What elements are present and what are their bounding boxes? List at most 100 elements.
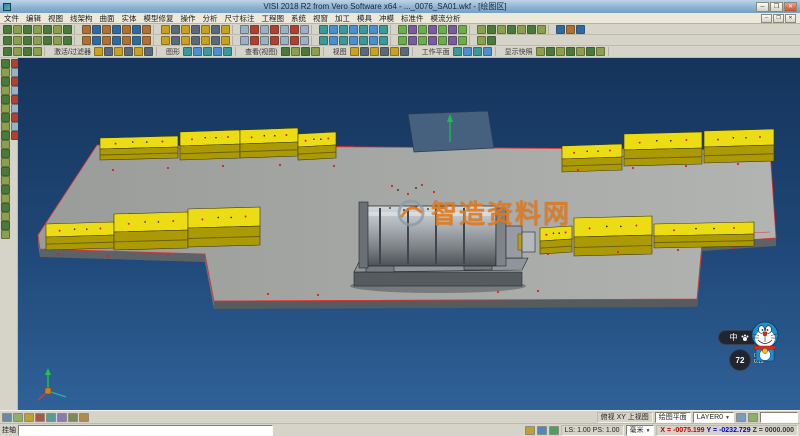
toolbar-icon[interactable] (211, 36, 220, 45)
toolbar-icon[interactable] (142, 25, 151, 34)
toolbar-icon[interactable] (477, 25, 486, 34)
left-toolbar-icon[interactable] (1, 176, 10, 185)
left-toolbar-icon[interactable] (1, 131, 10, 140)
menu-item-11[interactable]: 系统 (291, 13, 306, 24)
guide-block[interactable] (704, 129, 774, 163)
toolbar-icon[interactable] (144, 47, 153, 56)
toolbar-icon[interactable] (13, 25, 22, 34)
menu-item-6[interactable]: 模型修复 (144, 13, 174, 24)
ortho-icon[interactable] (549, 426, 559, 435)
menu-item-15[interactable]: 冲模 (379, 13, 394, 24)
toolbar-icon[interactable] (300, 36, 309, 45)
toolbar-icon[interactable] (193, 47, 202, 56)
left-toolbar-icon[interactable] (1, 59, 10, 68)
toolbar-icon[interactable] (23, 36, 32, 45)
toolbar-icon[interactable] (477, 36, 486, 45)
toolbar-icon[interactable] (134, 47, 143, 56)
toolbar-icon[interactable] (329, 36, 338, 45)
child-restore-button[interactable]: ❐ (773, 14, 784, 23)
toolbar-icon[interactable] (360, 47, 369, 56)
toolbar-icon[interactable] (536, 47, 545, 56)
guide-block[interactable] (114, 212, 188, 250)
toolbar-icon[interactable] (221, 36, 230, 45)
toolbar-icon[interactable] (369, 36, 378, 45)
toolbar-icon[interactable] (82, 36, 91, 45)
menu-item-2[interactable]: 视图 (48, 13, 63, 24)
toolbar-icon[interactable] (349, 36, 358, 45)
toolbar-icon[interactable] (438, 25, 447, 34)
menu-item-10[interactable]: 工程图 (262, 13, 285, 24)
command-input[interactable] (18, 425, 273, 436)
snap-icon[interactable] (525, 426, 535, 435)
toolbar-icon[interactable] (104, 47, 113, 56)
left-toolbar-icon[interactable] (1, 104, 10, 113)
toolbar-icon[interactable] (556, 25, 565, 34)
toolbar-icon[interactable] (280, 36, 289, 45)
grid-icon[interactable] (537, 426, 547, 435)
toolbar-icon[interactable] (281, 47, 290, 56)
toolbar-icon[interactable] (458, 36, 467, 45)
toolbar-icon[interactable] (270, 25, 279, 34)
toolbar-icon[interactable] (576, 47, 585, 56)
viewport[interactable]: 智造资料网 中 72 0.2s 0.1s (18, 58, 800, 410)
toolbar-icon[interactable] (359, 36, 368, 45)
toolbar-icon[interactable] (329, 25, 338, 34)
toolbar-icon[interactable] (43, 36, 52, 45)
guide-block[interactable] (298, 132, 336, 160)
left-toolbar-icon[interactable] (1, 185, 10, 194)
toolbar-icon[interactable] (473, 47, 482, 56)
toolbar-icon[interactable] (191, 25, 200, 34)
toolbar-icon[interactable] (507, 25, 516, 34)
toolbar-icon[interactable] (379, 36, 388, 45)
toolbar-icon[interactable] (418, 25, 427, 34)
menu-item-17[interactable]: 模流分析 (431, 13, 461, 24)
toolbar-icon[interactable] (53, 36, 62, 45)
status-icon-4[interactable] (46, 413, 56, 422)
toolbar-icon[interactable] (53, 25, 62, 34)
status-icon-7[interactable] (79, 413, 89, 422)
menu-item-4[interactable]: 曲面 (100, 13, 115, 24)
toolbar-icon[interactable] (201, 25, 210, 34)
toolbar-icon[interactable] (369, 25, 378, 34)
guide-block[interactable] (624, 132, 702, 166)
menu-item-8[interactable]: 分析 (203, 13, 218, 24)
left-toolbar-icon[interactable] (1, 230, 10, 239)
left-toolbar-icon[interactable] (1, 212, 10, 221)
left-toolbar-icon[interactable] (1, 149, 10, 158)
toolbar-icon[interactable] (453, 47, 462, 56)
toolbar-icon[interactable] (546, 47, 555, 56)
toolbar-icon[interactable] (359, 25, 368, 34)
toolbar-icon[interactable] (33, 36, 42, 45)
toolbar-icon[interactable] (43, 25, 52, 34)
left-toolbar-icon[interactable] (1, 113, 10, 122)
left-toolbar-icon[interactable] (1, 140, 10, 149)
toolbar-icon[interactable] (428, 36, 437, 45)
left-toolbar-icon[interactable] (1, 221, 10, 230)
toolbar-icon[interactable] (463, 47, 472, 56)
toolbar-icon[interactable] (171, 25, 180, 34)
toolbar-icon[interactable] (487, 25, 496, 34)
toolbar-icon[interactable] (23, 25, 32, 34)
toolbar-icon[interactable] (566, 25, 575, 34)
toolbar-icon[interactable] (132, 36, 141, 45)
toolbar-icon[interactable] (191, 36, 200, 45)
toolbar-icon[interactable] (290, 25, 299, 34)
left-toolbar-icon[interactable] (1, 194, 10, 203)
toolbar-icon[interactable] (448, 25, 457, 34)
left-toolbar-icon[interactable] (1, 86, 10, 95)
left-toolbar-icon[interactable] (1, 167, 10, 176)
status-tool-icon-1[interactable] (736, 413, 746, 422)
toolbar-icon[interactable] (458, 25, 467, 34)
menu-item-14[interactable]: 模具 (357, 13, 372, 24)
toolbar-icon[interactable] (92, 36, 101, 45)
toolbar-icon[interactable] (270, 36, 279, 45)
layer-dropdown[interactable]: LAYER0 ▼ (693, 412, 734, 423)
toolbar-icon[interactable] (537, 25, 546, 34)
toolbar-icon[interactable] (319, 25, 328, 34)
toolbar-icon[interactable] (94, 47, 103, 56)
guide-block[interactable] (562, 144, 622, 172)
toolbar-icon[interactable] (398, 36, 407, 45)
toolbar-icon[interactable] (301, 47, 310, 56)
status-icon-6[interactable] (68, 413, 78, 422)
toolbar-icon[interactable] (3, 25, 12, 34)
